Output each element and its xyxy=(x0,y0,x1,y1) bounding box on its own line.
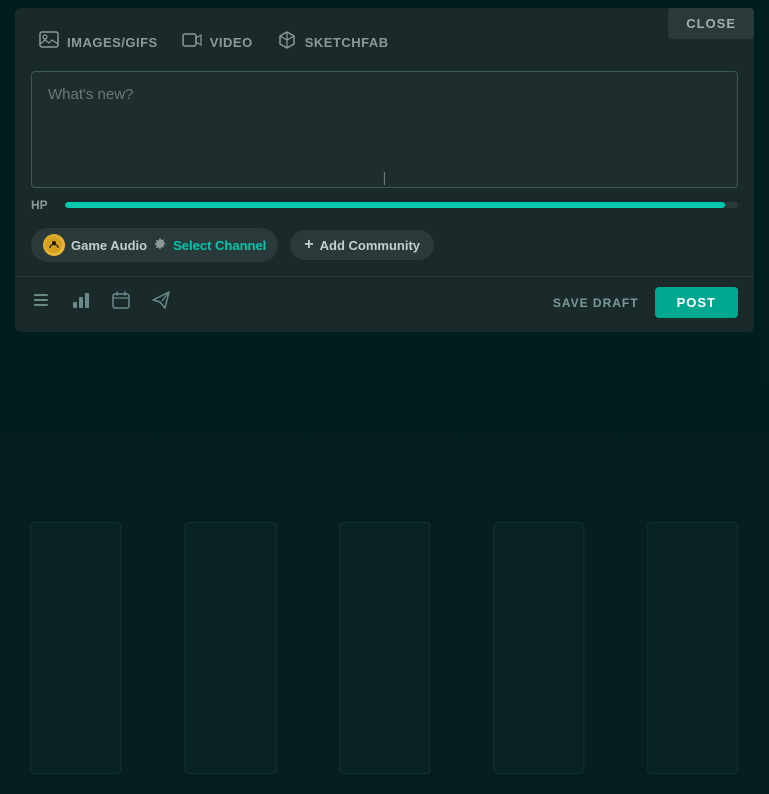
media-toolbar: IMAGES/GIFS VIDEO SKETCHFAB xyxy=(15,8,754,71)
channel-selector[interactable]: Game Audio Select Channel xyxy=(31,228,278,262)
video-label: VIDEO xyxy=(210,35,253,50)
bottom-toolbar: SAVE DRAFT POST xyxy=(15,276,754,332)
bottom-icons-group xyxy=(31,290,553,315)
hp-label: HP xyxy=(31,198,55,212)
images-label: IMAGES/GIFS xyxy=(67,35,158,50)
calendar-icon[interactable] xyxy=(111,290,131,315)
video-button[interactable]: VIDEO xyxy=(182,30,253,55)
hp-bar-background xyxy=(65,202,738,208)
hp-bar-fill xyxy=(65,202,725,208)
sketchfab-label: SKETCHFAB xyxy=(305,35,389,50)
chart-icon[interactable] xyxy=(71,290,91,315)
add-community-button[interactable]: + Add Community xyxy=(290,230,434,260)
add-community-text: Add Community xyxy=(320,238,420,253)
save-draft-button[interactable]: SAVE DRAFT xyxy=(553,296,639,310)
video-icon xyxy=(182,30,202,55)
post-textarea[interactable] xyxy=(32,72,737,162)
post-button[interactable]: POST xyxy=(655,287,738,318)
post-modal: IMAGES/GIFS VIDEO SKETCHFAB | xyxy=(15,8,754,332)
images-icon xyxy=(39,30,59,55)
bottom-actions: SAVE DRAFT POST xyxy=(553,287,738,318)
close-button-area: CLOSE xyxy=(668,8,754,39)
sketchfab-button[interactable]: SKETCHFAB xyxy=(277,30,389,55)
community-name: Game Audio xyxy=(71,238,147,253)
cursor-indicator: | xyxy=(32,167,737,187)
select-channel-text[interactable]: Select Channel xyxy=(173,238,266,253)
sketchfab-icon xyxy=(277,30,297,55)
add-community-plus-icon: + xyxy=(304,236,313,254)
background-panels xyxy=(0,434,769,794)
post-text-area-wrapper: | xyxy=(31,71,738,188)
send-icon[interactable] xyxy=(151,290,171,315)
verified-icon xyxy=(153,237,167,254)
close-button[interactable]: CLOSE xyxy=(668,8,754,39)
community-avatar xyxy=(43,234,65,256)
list-icon[interactable] xyxy=(31,290,51,315)
hp-section: HP xyxy=(15,188,754,220)
images-gifs-button[interactable]: IMAGES/GIFS xyxy=(39,30,158,55)
channel-community-row: Game Audio Select Channel + Add Communit… xyxy=(15,220,754,276)
